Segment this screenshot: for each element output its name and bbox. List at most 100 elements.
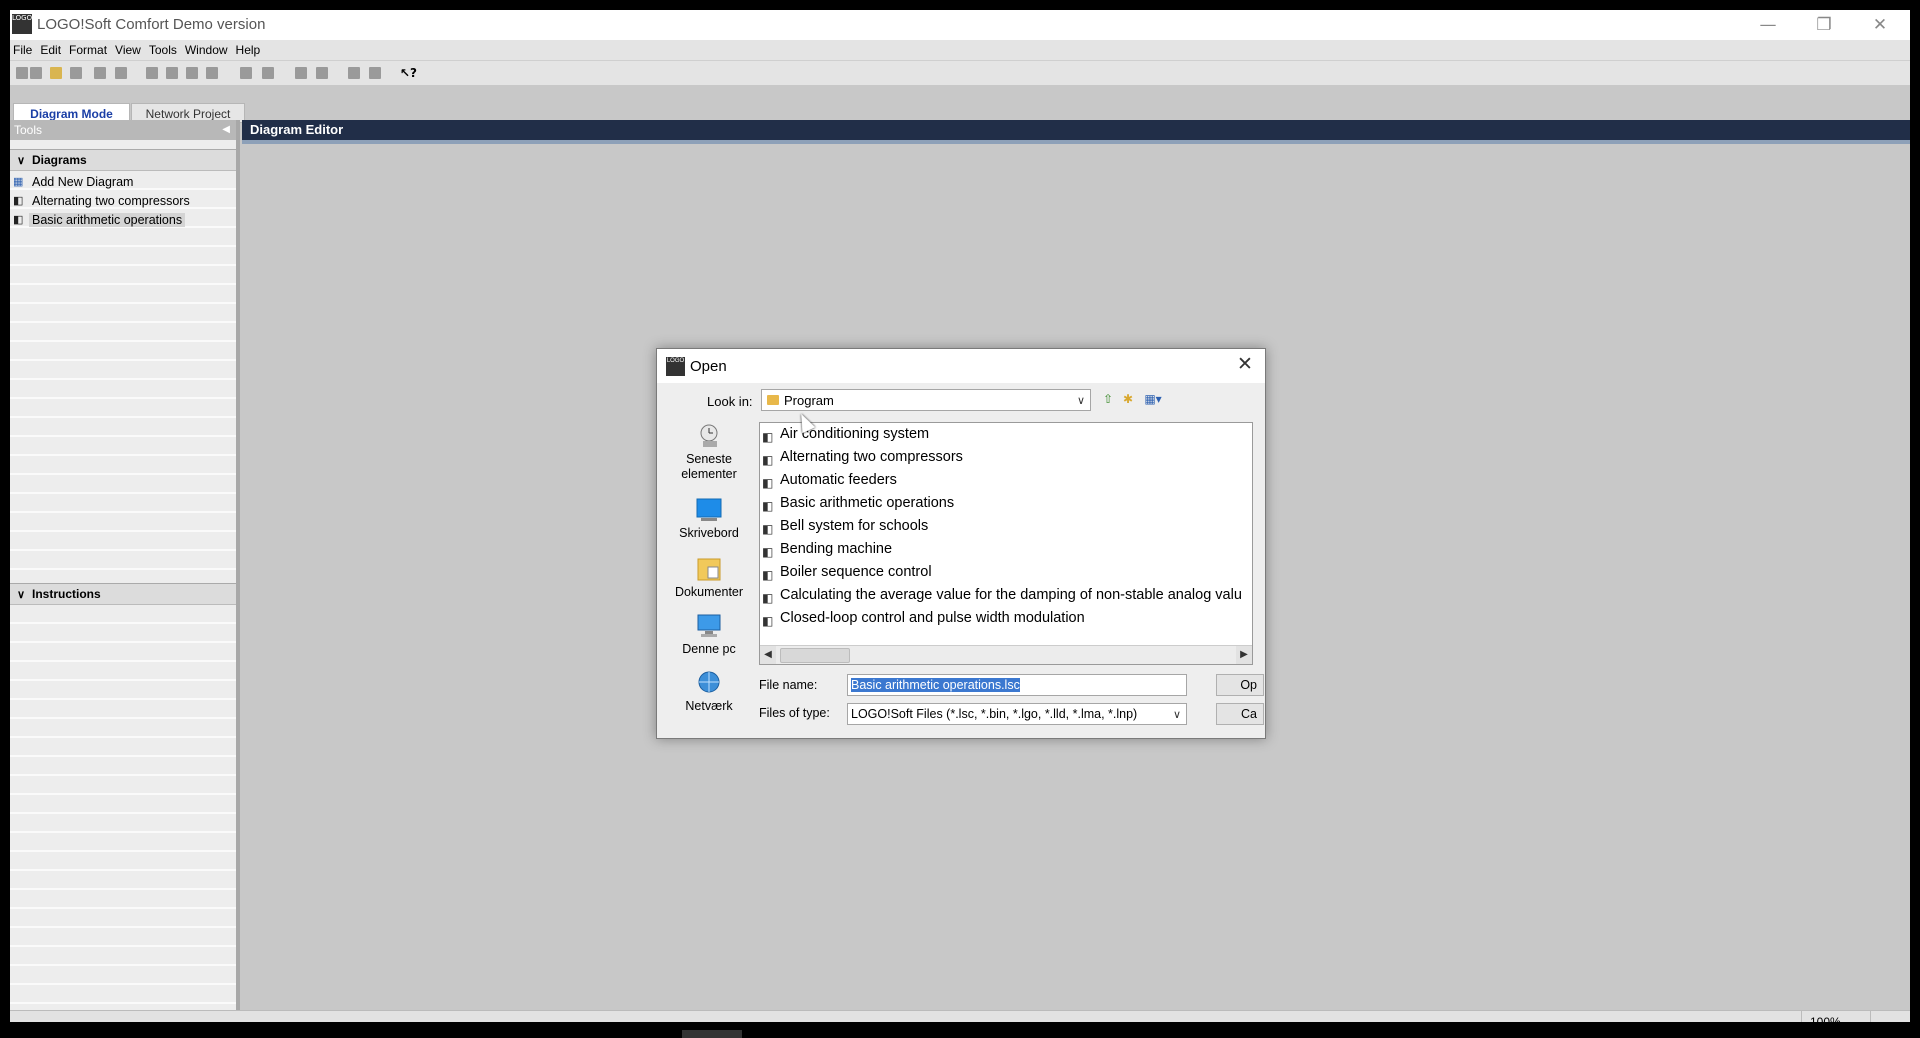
diagram-file-icon: ◧ xyxy=(762,614,774,628)
file-name-input[interactable]: Basic arithmetic operations.lsc xyxy=(847,674,1187,696)
file-item[interactable]: ◧ Calculating the average value for the d… xyxy=(760,584,1242,607)
file-item[interactable]: ◧ Air conditioning system xyxy=(760,423,929,446)
tools-title: Tools xyxy=(14,123,43,137)
mode-tabs: Diagram Mode Network Project xyxy=(10,85,1910,123)
menu-tools[interactable]: Tools xyxy=(146,40,182,57)
menu-help[interactable]: Help xyxy=(233,40,266,57)
taskbar-item xyxy=(682,1030,742,1038)
paste-icon[interactable] xyxy=(206,67,218,79)
close-icon[interactable]: ✕ xyxy=(1231,351,1259,379)
file-item[interactable]: ◧ Bell system for schools xyxy=(760,515,928,538)
instructions-section-header[interactable]: ∨ Instructions xyxy=(10,583,236,605)
cancel-button[interactable]: Ca xyxy=(1216,703,1264,725)
files-of-type-value: LOGO!Soft Files (*.lsc, *.bin, *.lgo, *.… xyxy=(851,707,1138,721)
close-icon[interactable]: ✕ xyxy=(1852,10,1908,40)
chevron-down-icon[interactable]: ∨ xyxy=(1173,705,1181,724)
zoom-level: 100% xyxy=(1801,1011,1871,1022)
file-item[interactable]: ◧ Basic arithmetic operations xyxy=(760,492,954,515)
open-recent-icon[interactable] xyxy=(70,67,82,79)
chevron-down-icon[interactable]: ∨ xyxy=(10,151,32,171)
computer-icon xyxy=(697,614,721,637)
diagrams-title: Diagrams xyxy=(32,153,87,167)
page-setup-icon[interactable] xyxy=(369,67,381,79)
files-of-type-select[interactable]: LOGO!Soft Files (*.lsc, *.bin, *.lgo, *.… xyxy=(847,703,1187,725)
diagrams-section-header[interactable]: ∨ Diagrams xyxy=(10,149,236,171)
scrollbar-thumb[interactable] xyxy=(780,648,850,663)
delete-icon[interactable] xyxy=(146,67,158,79)
look-in-value: Program xyxy=(784,393,834,408)
cut-icon[interactable] xyxy=(166,67,178,79)
diagram-icon: ◧ xyxy=(13,195,24,207)
list-item[interactable]: ▦ Add New Diagram xyxy=(10,173,133,192)
files-of-type-label: Files of type: xyxy=(759,706,830,720)
new-folder-icon[interactable]: ✱ xyxy=(1121,392,1135,406)
recent-items-icon xyxy=(700,424,718,447)
file-item[interactable]: ◧ Closed-loop control and pulse width mod… xyxy=(760,607,1085,630)
menu-window[interactable]: Window xyxy=(182,40,233,57)
menu-edit[interactable]: Edit xyxy=(37,40,66,57)
place-this-pc[interactable]: Denne pc xyxy=(671,613,747,657)
undo-icon[interactable] xyxy=(240,67,252,79)
scroll-right-icon[interactable]: ▶ xyxy=(1236,646,1252,664)
logo-app-icon: LOGO xyxy=(12,14,32,34)
view-menu-icon[interactable]: ▦▾ xyxy=(1141,392,1165,406)
horizontal-scrollbar[interactable]: ◀ ▶ xyxy=(760,645,1252,664)
save-icon[interactable] xyxy=(94,67,106,79)
align-icon[interactable] xyxy=(295,67,307,79)
open-icon[interactable] xyxy=(50,67,62,79)
distribute-icon[interactable] xyxy=(316,67,328,79)
status-bar: 100% xyxy=(10,1010,1910,1022)
look-in-select[interactable]: Program ∨ xyxy=(761,389,1091,411)
scroll-left-icon[interactable]: ◀ xyxy=(760,646,776,664)
look-in-label: Look in: xyxy=(707,394,753,409)
print-icon[interactable] xyxy=(115,67,127,79)
file-item[interactable]: ◧ Automatic feeders xyxy=(760,469,897,492)
instructions-title: Instructions xyxy=(32,587,101,601)
title-bar: LOGO LOGO!Soft Comfort Demo version — ❐ … xyxy=(10,10,1910,40)
place-recent[interactable]: Seneste elementer xyxy=(671,423,747,482)
tools-panel: Tools ◀ ∨ Diagrams ▦ Add New Diagram ◧ Alte… xyxy=(10,120,240,1016)
dialog-title-bar: LOGO Open ✕ xyxy=(657,349,1265,383)
instructions-list xyxy=(10,605,236,1016)
list-item[interactable]: ◧ Alternating two compressors xyxy=(10,192,190,211)
add-diagram-icon: ▦ xyxy=(13,176,24,188)
copy-icon[interactable] xyxy=(186,67,198,79)
network-icon xyxy=(698,671,720,693)
toolbar: ↖? xyxy=(10,60,1910,86)
window-title: LOGO!Soft Comfort Demo version xyxy=(37,16,266,33)
tools-header: Tools ◀ xyxy=(10,120,236,140)
folder-icon xyxy=(767,395,779,405)
place-network[interactable]: Netværk xyxy=(671,670,747,714)
open-button[interactable]: Op xyxy=(1216,674,1264,696)
chevron-down-icon[interactable]: ∨ xyxy=(1077,390,1085,412)
desktop-icon xyxy=(696,498,722,521)
file-name-value: Basic arithmetic operations.lsc xyxy=(851,678,1020,692)
file-item[interactable]: ◧ Alternating two compressors xyxy=(760,446,963,469)
minimize-icon[interactable]: — xyxy=(1740,10,1796,40)
page-icon[interactable] xyxy=(348,67,360,79)
redo-icon[interactable] xyxy=(262,67,274,79)
help-cursor-icon[interactable]: ↖? xyxy=(400,67,417,79)
logo-dialog-icon: LOGO xyxy=(666,357,685,376)
new-icon[interactable] xyxy=(16,67,28,79)
place-documents[interactable]: Dokumenter xyxy=(671,556,747,600)
menu-bar: File Edit Format View Tools Window Help xyxy=(10,40,1910,60)
collapse-left-icon[interactable]: ◀ xyxy=(222,120,230,140)
menu-format[interactable]: Format xyxy=(66,40,112,57)
open-dialog: LOGO Open ✕ Look in: Program ∨ ⇧ ✱ ▦▾ Se… xyxy=(656,348,1266,739)
new-dropdown-icon[interactable] xyxy=(30,67,42,79)
diagram-editor-header: Diagram Editor xyxy=(242,120,1910,144)
diagrams-list: ▦ Add New Diagram ◧ Alternating two compre… xyxy=(10,171,236,578)
list-item[interactable]: ◧ Basic arithmetic operations xyxy=(10,211,186,230)
dialog-title: Open xyxy=(690,358,727,375)
restore-icon[interactable]: ❐ xyxy=(1796,10,1852,40)
chevron-down-icon[interactable]: ∨ xyxy=(10,585,32,605)
file-item[interactable]: ◧ Boiler sequence control xyxy=(760,561,932,584)
menu-view[interactable]: View xyxy=(112,40,146,57)
menu-file[interactable]: File xyxy=(10,40,37,57)
file-item[interactable]: ◧ Bending machine xyxy=(760,538,892,561)
place-desktop[interactable]: Skrivebord xyxy=(671,497,747,541)
up-folder-icon[interactable]: ⇧ xyxy=(1101,392,1115,406)
file-name-label: File name: xyxy=(759,678,818,692)
file-list: ◧ Air conditioning system ◧ Alternating tw… xyxy=(759,422,1253,665)
